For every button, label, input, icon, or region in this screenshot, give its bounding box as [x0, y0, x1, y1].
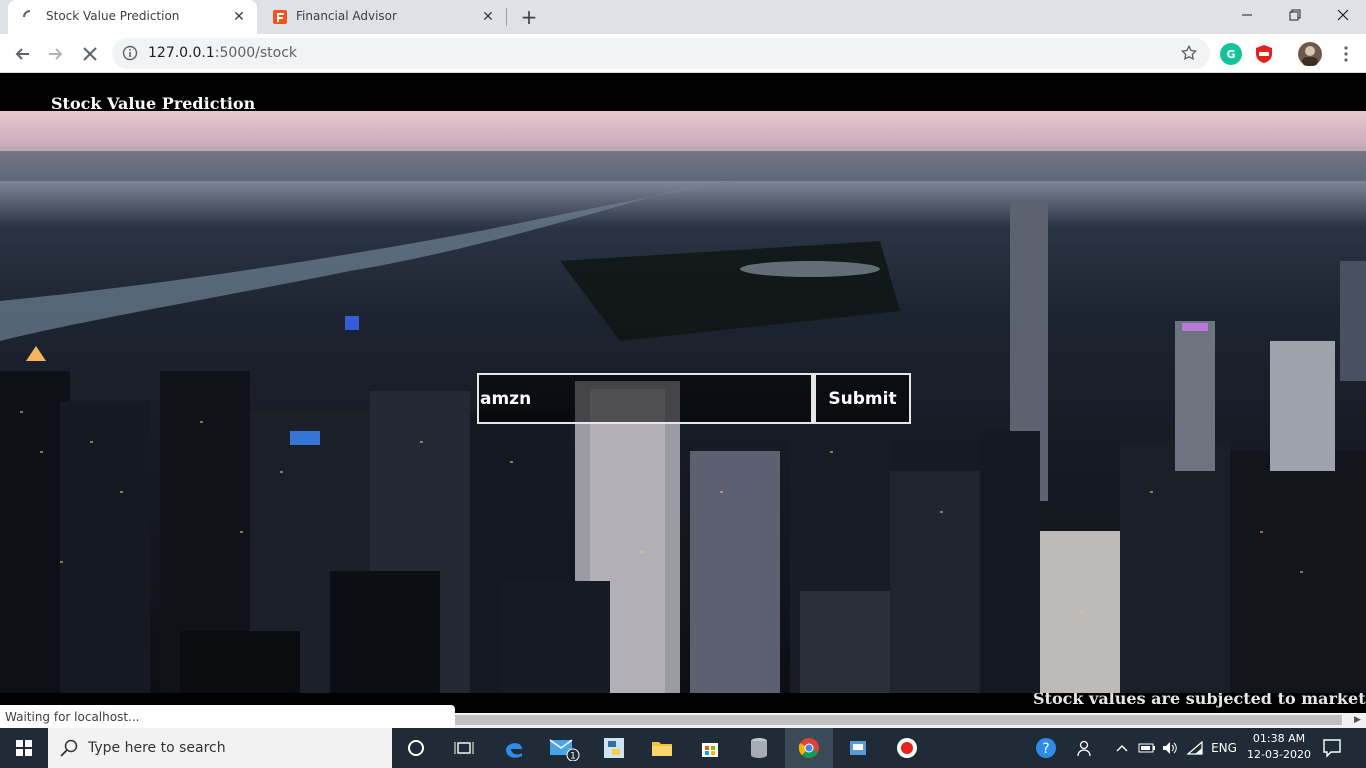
search-icon — [60, 739, 78, 757]
stock-search-form: Submit — [477, 373, 911, 424]
taskbar-search-box[interactable]: Type here to search — [48, 728, 392, 768]
restore-icon[interactable] — [1272, 0, 1318, 30]
stock-symbol-input[interactable] — [477, 373, 813, 424]
taskbar-search-placeholder: Type here to search — [88, 740, 226, 756]
network-app-icon[interactable] — [834, 728, 882, 768]
language-indicator[interactable]: ENG — [1210, 738, 1238, 758]
people-icon[interactable] — [1074, 738, 1098, 758]
forward-icon[interactable] — [42, 40, 70, 68]
address-bar[interactable]: 127.0.0.1:5000/stock — [112, 38, 1210, 69]
svg-text:?: ? — [1042, 741, 1049, 757]
tab-strip: Stock Value Prediction ✕ Financial Advis… — [0, 0, 1366, 34]
adblock-icon[interactable] — [1253, 43, 1275, 65]
tab-separator — [506, 8, 507, 26]
city-background-image: Submit — [0, 111, 1366, 693]
menu-icon[interactable] — [1332, 40, 1360, 68]
site-header: Stock Value Prediction — [0, 73, 1366, 113]
record-icon[interactable] — [883, 728, 931, 768]
minimize-icon[interactable] — [1224, 0, 1270, 30]
python-icon[interactable] — [590, 728, 638, 768]
avatar[interactable] — [1298, 42, 1322, 66]
disclaimer-text: Stock values are subjected to market ris… — [1033, 693, 1366, 708]
new-tab-icon[interactable]: + — [517, 6, 541, 28]
page-content: Stock Value Prediction amzn Submit Stock… — [0, 73, 1366, 713]
grammarly-icon[interactable]: G — [1220, 43, 1242, 65]
close-icon[interactable]: ✕ — [480, 9, 496, 25]
info-icon[interactable] — [122, 45, 138, 61]
cortana-icon[interactable] — [392, 728, 440, 768]
scroll-right-icon[interactable]: ▶ — [1354, 715, 1364, 726]
scrollbar-thumb[interactable] — [455, 715, 1342, 725]
taskbar-clock[interactable]: 01:38 AM 12-03-2020 — [1244, 731, 1314, 763]
loading-spinner-icon — [22, 9, 38, 25]
financial-advisor-favicon — [272, 9, 288, 25]
windows-taskbar: Type here to search 1 ? ENG 01:38 AM 12-… — [0, 728, 1366, 768]
task-view-icon[interactable] — [440, 728, 488, 768]
horizontal-scrollbar[interactable]: ▶ — [455, 713, 1366, 728]
help-icon[interactable]: ? — [1034, 738, 1058, 758]
clock-date: 12-03-2020 — [1247, 748, 1311, 761]
notification-icon[interactable] — [1318, 736, 1346, 760]
store-icon[interactable] — [686, 728, 734, 768]
url-text: 127.0.0.1:5000/stock — [148, 45, 298, 61]
wifi-icon[interactable] — [1185, 738, 1205, 758]
file-explorer-icon[interactable] — [638, 728, 686, 768]
chrome-icon[interactable] — [785, 728, 833, 768]
star-icon[interactable] — [1180, 44, 1198, 62]
mail-badge: 1 — [570, 752, 576, 762]
battery-icon[interactable] — [1137, 738, 1157, 758]
mail-icon[interactable]: 1 — [540, 728, 588, 768]
back-icon[interactable] — [8, 40, 36, 68]
submit-button[interactable]: Submit — [813, 373, 911, 424]
close-icon[interactable]: ✕ — [231, 9, 247, 25]
tab-stock-value-prediction[interactable]: Stock Value Prediction ✕ — [8, 0, 257, 34]
browser-toolbar: 127.0.0.1:5000/stock G — [0, 34, 1366, 73]
status-bubble: Waiting for localhost... — [0, 705, 455, 728]
tab-financial-advisor[interactable]: Financial Advisor ✕ — [258, 0, 506, 34]
chevron-up-icon[interactable] — [1113, 738, 1131, 758]
tab-title: Financial Advisor — [296, 9, 397, 23]
stop-icon[interactable] — [76, 40, 104, 68]
windows-start-icon[interactable] — [0, 728, 48, 768]
tab-title: Stock Value Prediction — [46, 9, 180, 23]
close-window-icon[interactable] — [1320, 0, 1366, 30]
clock-time: 01:38 AM — [1252, 732, 1306, 745]
edge-icon[interactable] — [490, 728, 538, 768]
volume-icon[interactable] — [1160, 738, 1180, 758]
database-icon[interactable] — [735, 728, 783, 768]
